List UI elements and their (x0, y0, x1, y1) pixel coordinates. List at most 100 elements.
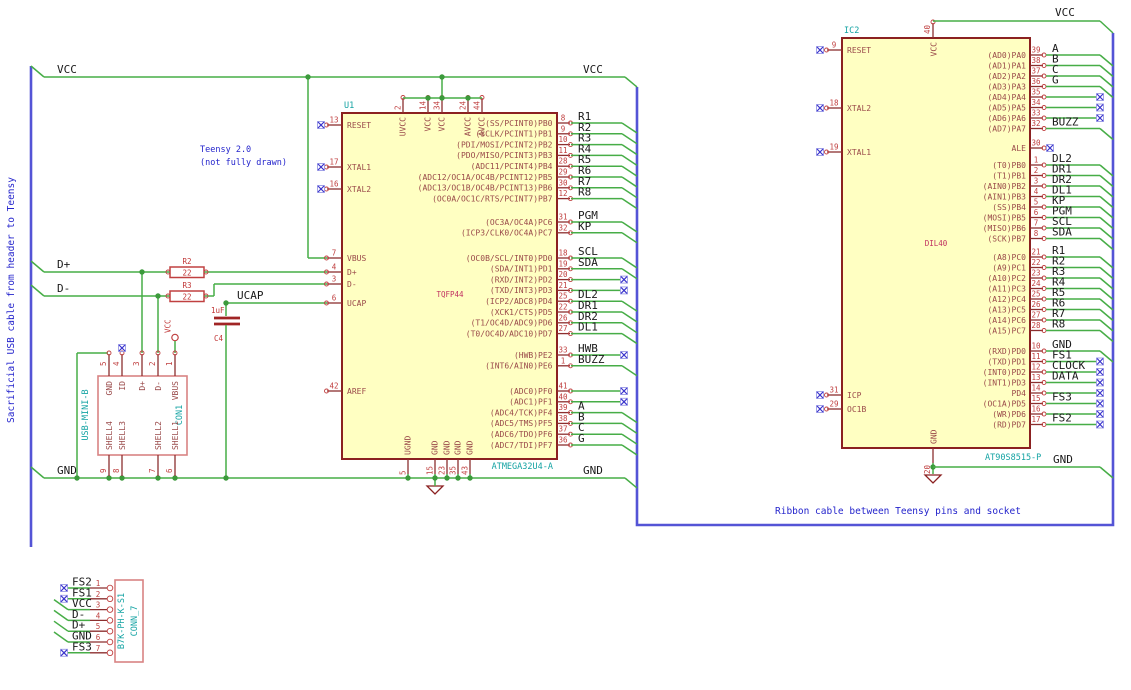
net-label-vcc-ic2[interactable]: VCC (1055, 6, 1075, 19)
u1-value[interactable]: TQFP44 (436, 290, 464, 299)
wire (621, 154, 638, 167)
junction-dot (305, 74, 311, 80)
ic2-value[interactable]: DIL40 (925, 239, 948, 248)
net-label-gnd-left[interactable]: GND (57, 464, 77, 477)
pin-number: 23 (1031, 269, 1040, 278)
pin-number: 2 (96, 590, 101, 599)
pin-name: D+ (138, 381, 147, 391)
net-label[interactable]: DL1 (578, 321, 598, 334)
net-label[interactable]: G (578, 432, 585, 445)
net-label-dminus[interactable]: D- (57, 282, 70, 295)
wire (624, 477, 638, 489)
net-label[interactable]: DATA (1052, 370, 1079, 383)
pin-number: 31 (558, 213, 567, 222)
pin-number: 21 (1031, 248, 1040, 257)
net-label[interactable]: FS3 (72, 640, 92, 653)
teensy-note-line2: (not fully drawn) (200, 158, 287, 168)
wire (621, 232, 638, 244)
wire (621, 187, 638, 199)
net-label[interactable]: R8 (578, 186, 591, 199)
pin-name: (A11)PC3 (987, 284, 1026, 293)
pin-name: (AD4)PA4 (987, 93, 1026, 102)
pin-name: (AD3)PA3 (987, 82, 1026, 91)
c4-value[interactable]: 1uF (211, 306, 225, 315)
vcc-power-symbol[interactable] (171, 333, 179, 342)
pin-number: 24 (1031, 279, 1041, 288)
pin-number: 26 (1031, 300, 1041, 309)
r3-reference[interactable]: R3 (182, 281, 191, 290)
wire (621, 332, 638, 345)
net-label[interactable]: FS2 (1052, 412, 1072, 425)
pin-number: 6 (332, 294, 337, 303)
pin-end-circle (106, 649, 114, 657)
wire (1099, 329, 1114, 343)
r2-value[interactable]: 22 (182, 269, 191, 278)
net-label[interactable]: BUZZ (578, 353, 605, 366)
r3-value[interactable]: 22 (182, 293, 191, 302)
ic2-reference[interactable]: IC2 (844, 26, 859, 36)
net-label-vcc-left[interactable]: VCC (57, 63, 77, 76)
junction-dot (223, 300, 229, 306)
net-label-vcc-right[interactable]: VCC (583, 63, 603, 76)
pin-number: 37 (1031, 67, 1040, 76)
pin-name: (ICP2/ADC8)PD4 (485, 297, 553, 306)
wire (1099, 227, 1114, 240)
net-label-gnd-right[interactable]: GND (583, 464, 603, 477)
pin-number: 4 (332, 263, 337, 272)
pin-name: (OC0B/SCL/INT0)PD0 (466, 254, 553, 263)
wire (621, 176, 638, 188)
pin-number: 9 (832, 41, 837, 50)
net-label[interactable]: KP (578, 220, 592, 233)
pin-number: 18 (829, 99, 839, 108)
wire (1099, 256, 1114, 269)
c4-reference[interactable]: C4 (214, 334, 224, 343)
net-label[interactable]: SDA (578, 256, 598, 269)
conn7-reference[interactable]: CONN_7 (130, 606, 140, 637)
ic2-part-name[interactable]: AT90S8515-P (985, 453, 1041, 463)
net-label-gnd-ic2[interactable]: GND (1053, 453, 1073, 466)
net-label[interactable]: FS3 (1052, 391, 1072, 404)
junction-dot (405, 475, 411, 481)
con1-value[interactable]: USB-MINI-B (81, 389, 91, 440)
u1-reference[interactable]: U1 (344, 101, 354, 111)
wire (624, 76, 638, 88)
pin-number: 5 (399, 470, 408, 475)
wire (1099, 277, 1114, 290)
pin-name: SHELL4 (105, 421, 114, 450)
wire (1099, 20, 1114, 34)
pin-number: 30 (558, 178, 568, 187)
net-label[interactable]: G (1052, 74, 1059, 87)
net-label[interactable]: BUZZ (1052, 116, 1079, 129)
pin-number: 15 (1031, 394, 1040, 403)
pin-name: D- (347, 280, 357, 289)
pin-name: GND (443, 440, 452, 455)
wire (1099, 206, 1114, 219)
pin-name: (INT0)PD2 (983, 368, 1027, 377)
pin-number: 13 (329, 116, 338, 125)
r2-reference[interactable]: R2 (182, 257, 191, 266)
pin-name: (PDI/MOSI/PCINT2)PB2 (456, 140, 553, 149)
pin-number: 17 (1031, 415, 1040, 424)
conn7-value[interactable]: B7K-PH-K-S1 (117, 593, 127, 649)
junction-dot (425, 95, 431, 101)
pin-number: 18 (558, 249, 568, 258)
pin-number: 14 (1031, 384, 1041, 393)
pin-name: (AD6)PA6 (987, 114, 1026, 123)
pin-name: (WR)PD6 (992, 410, 1026, 419)
net-label[interactable]: R8 (1052, 318, 1065, 331)
wire (621, 257, 638, 269)
pin-name: (ADC13/OC1B/OC4B/PCINT13)PB6 (418, 184, 553, 193)
pin-number: 38 (558, 414, 568, 423)
pin-name: (AIN1)PB3 (983, 192, 1027, 201)
pin-name: XTAL1 (847, 148, 871, 157)
pin-number: 3 (332, 275, 337, 284)
pin-number: 31 (829, 386, 838, 395)
net-label-dplus[interactable]: D+ (57, 258, 71, 271)
pin-end-circle (106, 584, 114, 592)
net-label-ucap[interactable]: UCAP (237, 289, 264, 302)
pin-number: 5 (96, 622, 101, 631)
wire (53, 631, 69, 643)
net-label[interactable]: SDA (1052, 226, 1072, 239)
pin-name: UGND (404, 436, 413, 455)
u1-part-name[interactable]: ATMEGA32U4-A (492, 462, 553, 472)
